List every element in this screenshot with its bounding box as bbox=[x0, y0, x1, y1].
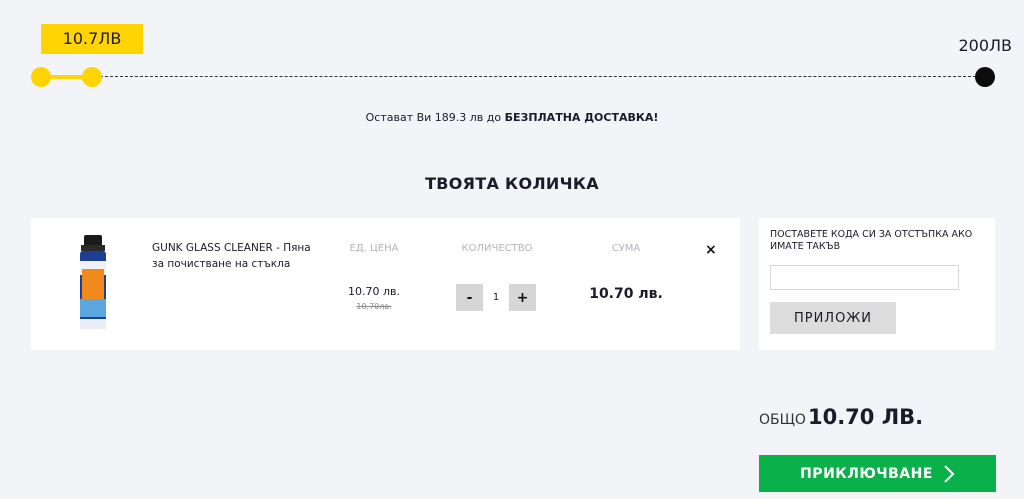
progress-remaining-line bbox=[100, 76, 976, 77]
unit-price: 10.70 лв. bbox=[348, 285, 400, 298]
unit-price-header: ЕД. ЦЕНА bbox=[349, 243, 399, 254]
coupon-panel: ПОСТАВЕТЕ КОДА СИ ЗА ОТСТЪПКА АКО ИМАТЕ … bbox=[759, 218, 995, 350]
remove-item-button[interactable]: × bbox=[705, 242, 717, 258]
product-name[interactable]: GUNK GLASS CLEANER - Пяна за почистване … bbox=[152, 240, 317, 272]
progress-goal-dot bbox=[975, 67, 995, 87]
quantity-decrease-button[interactable]: - bbox=[456, 284, 483, 311]
free-shipping-goal-label: 200ЛВ bbox=[958, 36, 1012, 55]
free-shipping-remaining-text: Остават Ви 189.3 лв до БЕЗПЛАТНА ДОСТАВК… bbox=[0, 111, 1024, 124]
chevron-right-icon bbox=[944, 464, 955, 483]
remaining-prefix: Остават Ви 189.3 лв до bbox=[365, 111, 502, 124]
current-amount-badge: 10.7ЛВ bbox=[41, 24, 143, 54]
quantity-stepper: - + bbox=[456, 284, 536, 311]
checkout-button[interactable]: ПРИКЛЮЧВАНЕ bbox=[759, 455, 996, 492]
progress-start-dot bbox=[31, 67, 51, 87]
shipping-progress-track bbox=[31, 67, 995, 87]
quantity-increase-button[interactable]: + bbox=[509, 284, 536, 311]
quantity-header: КОЛИЧЕСТВО bbox=[461, 243, 533, 254]
quantity-input[interactable] bbox=[483, 284, 509, 311]
coupon-label: ПОСТАВЕТЕ КОДА СИ ЗА ОТСТЪПКА АКО ИМАТЕ … bbox=[770, 229, 973, 252]
total-value: 10.70 ЛВ. bbox=[807, 405, 924, 429]
spray-can-icon[interactable] bbox=[77, 235, 109, 333]
coupon-code-input[interactable] bbox=[770, 265, 959, 290]
remaining-highlight: БЕЗПЛАТНА ДОСТАВКА! bbox=[504, 111, 659, 124]
cart-item-row: GUNK GLASS CLEANER - Пяна за почистване … bbox=[31, 218, 740, 350]
progress-current-dot bbox=[82, 67, 102, 87]
sum-header: СУМА bbox=[611, 243, 641, 254]
order-total: ОБЩО 10.70 ЛВ. bbox=[759, 405, 923, 429]
total-label: ОБЩО bbox=[759, 412, 806, 428]
checkout-label: ПРИКЛЮЧВАНЕ bbox=[800, 465, 933, 482]
cart-title: ТВОЯТА КОЛИЧКА bbox=[425, 174, 599, 193]
old-price: 10,70лв. bbox=[356, 302, 392, 311]
line-total: 10.70 лв. bbox=[589, 286, 663, 302]
apply-coupon-button[interactable]: ПРИЛОЖИ bbox=[770, 302, 896, 334]
